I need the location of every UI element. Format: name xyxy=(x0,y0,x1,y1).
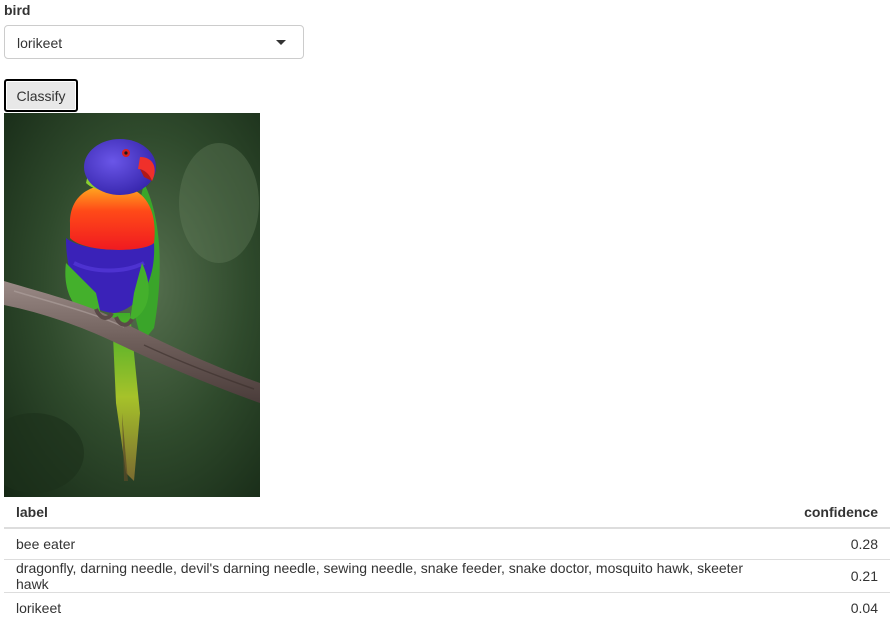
table-row: dragonfly, darning needle, devil's darni… xyxy=(4,559,890,593)
result-confidence: 0.21 xyxy=(756,559,890,593)
result-label: dragonfly, darning needle, devil's darni… xyxy=(4,559,756,593)
bird-select[interactable]: lorikeet xyxy=(4,25,304,59)
table-row: bee eater 0.28 xyxy=(4,528,890,560)
classifier-page: bird lorikeet Classify label confidence … xyxy=(0,0,891,622)
result-label: lorikeet xyxy=(4,592,756,622)
bird-select-value: lorikeet xyxy=(17,35,63,51)
classify-button[interactable]: Classify xyxy=(4,79,78,112)
results-header-row: label confidence xyxy=(4,497,890,529)
result-label: bee eater xyxy=(16,536,76,552)
result-confidence: 0.04 xyxy=(756,592,890,622)
result-confidence: 0.28 xyxy=(850,536,878,552)
results-table: label confidence bee eater 0.28 dragonfl… xyxy=(4,497,890,622)
table-row: lorikeet 0.04 xyxy=(4,592,890,622)
bird-field-label: bird xyxy=(4,2,31,18)
label-column-header: label xyxy=(4,497,756,529)
confidence-column-header: confidence xyxy=(756,497,890,529)
bird-photo xyxy=(4,113,260,497)
chevron-down-icon xyxy=(276,40,286,45)
